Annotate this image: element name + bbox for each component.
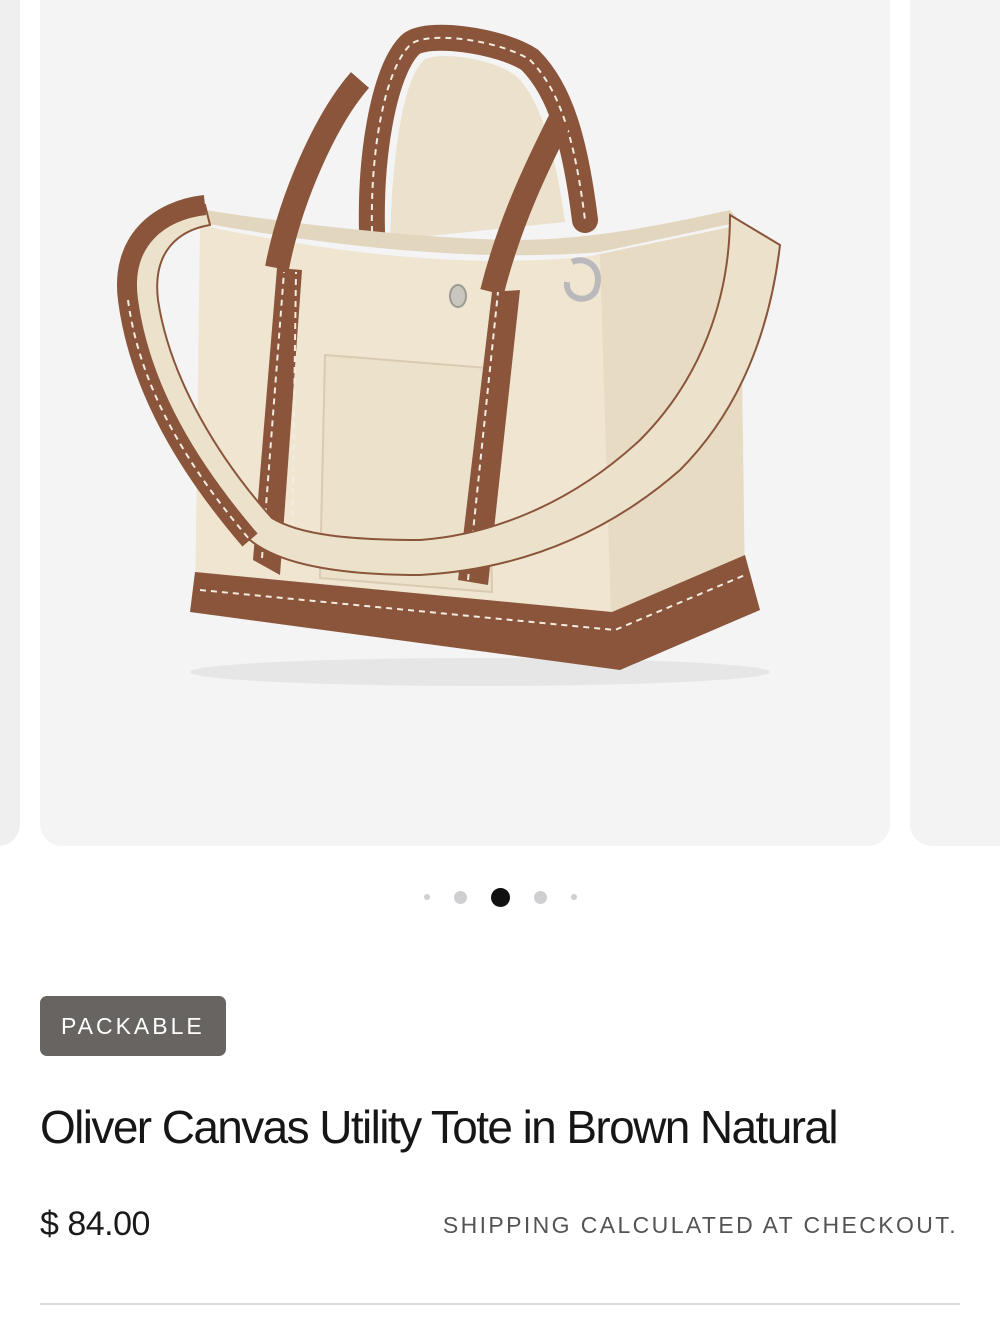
carousel-pagination (0, 886, 1000, 908)
pagination-dot[interactable] (453, 890, 467, 904)
current-slide[interactable] (40, 0, 890, 846)
shipping-note: SHIPPING CALCULATED AT CHECKOUT. (442, 1212, 958, 1238)
section-divider (40, 1303, 960, 1305)
image-carousel[interactable] (0, 0, 1000, 848)
pagination-dot[interactable] (533, 890, 547, 904)
product-title: Oliver Canvas Utility Tote in Brown Natu… (40, 1101, 839, 1153)
product-page: PACKABLE Oliver Canvas Utility Tote in B… (0, 0, 1000, 1333)
pagination-dot[interactable] (570, 894, 577, 900)
pagination-dot-active[interactable] (490, 887, 510, 907)
product-price: $ 84.00 (40, 1205, 150, 1243)
pagination-dot[interactable] (423, 894, 430, 900)
previous-slide[interactable] (0, 0, 20, 846)
next-slide[interactable] (910, 0, 1000, 846)
product-image (116, 24, 782, 686)
product-badge: PACKABLE (40, 996, 226, 1056)
